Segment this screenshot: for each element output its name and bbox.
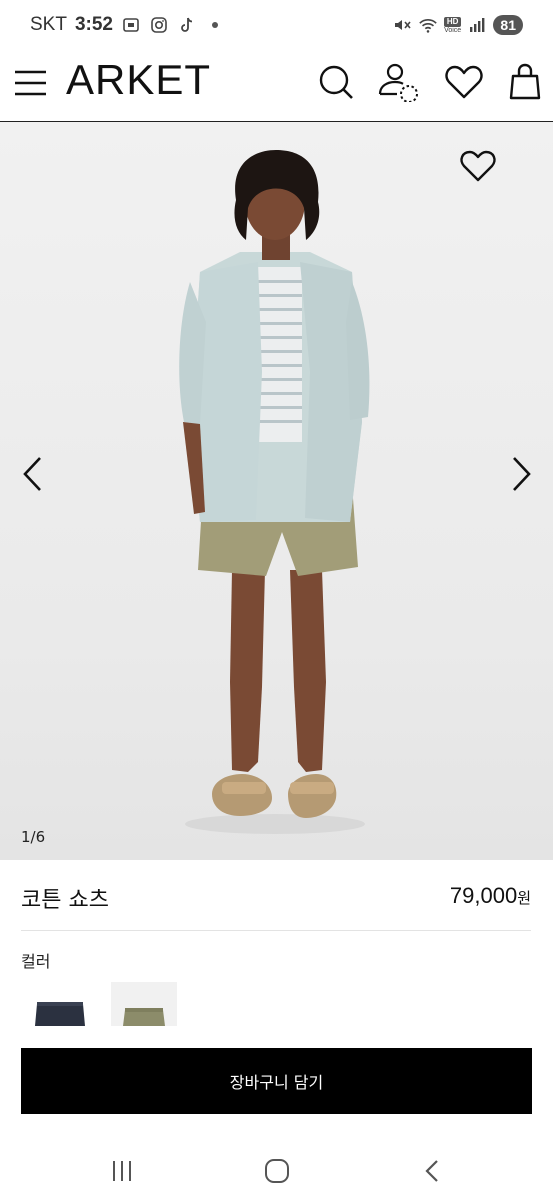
clock: 3:52 [74, 14, 113, 35]
system-nav-bar [0, 1140, 553, 1200]
carrier-label: SKT [30, 14, 67, 35]
menu-icon[interactable] [14, 66, 48, 100]
chevron-left-icon[interactable] [18, 454, 48, 494]
chevron-right-icon[interactable] [506, 454, 536, 494]
product-image-gallery[interactable]: 1/6 [0, 122, 553, 860]
shopping-bag-icon[interactable] [505, 62, 545, 102]
wishlist-heart-icon[interactable] [458, 146, 498, 186]
screenshot-icon [121, 15, 141, 35]
product-price: 79,000원 [450, 883, 531, 909]
product-name: 코튼 쇼츠 [21, 888, 109, 913]
color-swatch-khaki[interactable] [111, 982, 177, 1026]
hd-voice-icon: HD Voice [443, 16, 462, 34]
back-icon[interactable] [418, 1156, 448, 1186]
hd-label: HD [443, 16, 462, 27]
status-bar-left: SKT 3:52 [30, 14, 225, 36]
arket-logo[interactable]: ARKET [66, 56, 211, 104]
heart-icon[interactable] [444, 62, 484, 102]
home-icon[interactable] [262, 1156, 292, 1186]
add-to-cart-button[interactable]: 장바구니 담기 [21, 1048, 532, 1114]
account-icon[interactable] [377, 62, 421, 103]
divider [21, 930, 531, 931]
wifi-icon [418, 15, 438, 35]
site-header: ARKET [0, 50, 553, 122]
status-bar: SKT 3:52 HD Voice 81 [0, 0, 553, 50]
instagram-icon [149, 15, 169, 35]
voice-label: Voice [444, 26, 462, 34]
battery-indicator: 81 [493, 15, 523, 35]
price-currency: 원 [517, 889, 531, 907]
product-photo [179, 150, 370, 834]
mute-icon [392, 15, 412, 35]
recent-apps-icon[interactable] [108, 1156, 138, 1186]
price-value: 79,000 [449, 883, 518, 908]
tiktok-icon [177, 15, 197, 35]
signal-icon [467, 15, 487, 35]
color-swatch-navy[interactable] [27, 982, 93, 1026]
search-icon[interactable] [316, 62, 356, 102]
image-counter: 1/6 [21, 828, 46, 846]
status-bar-right: HD Voice 81 [392, 15, 523, 35]
notification-dot-icon [205, 15, 225, 35]
color-label: 컬러 [21, 952, 51, 971]
